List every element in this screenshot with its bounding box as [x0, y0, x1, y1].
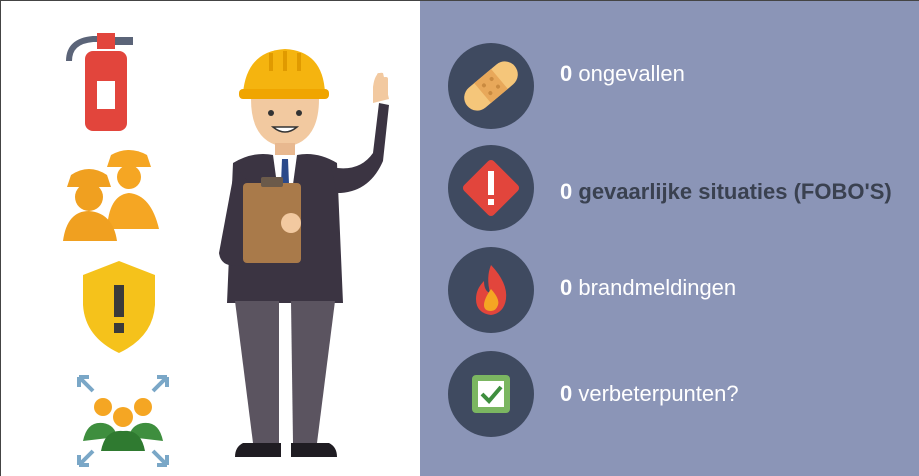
stat-label: brandmeldingen [578, 275, 737, 300]
stat-count: 0 [560, 61, 573, 86]
slide: 0 ongevallen 0 gevaarlijke situaties (FO… [0, 0, 919, 476]
stat-row-fire-reports: 0 brandmeldingen [560, 275, 736, 301]
warning-diamond-icon [462, 159, 520, 217]
bandage-icon [464, 61, 518, 111]
stat-label: ongevallen [578, 61, 685, 86]
stat-row-accidents: 0 ongevallen [560, 61, 685, 87]
workers-hardhat-icon [63, 150, 159, 241]
stat-circle-1 [448, 43, 534, 129]
safety-officer-illustration [219, 49, 389, 457]
stat-circle-3 [448, 247, 534, 333]
fire-icon [476, 265, 507, 315]
warning-shield-icon [83, 261, 155, 353]
team-focus-icon [77, 375, 169, 467]
stats-panel: 0 ongevallen 0 gevaarlijke situaties (FO… [420, 0, 919, 476]
checkbox-icon [472, 375, 510, 413]
stat-circle-2 [448, 145, 534, 231]
stat-count: 0 [560, 275, 573, 300]
illustration-panel [0, 0, 420, 476]
stat-label: verbeterpunten? [578, 381, 739, 406]
stat-label: gevaarlijke situaties (FOBO'S) [578, 179, 892, 204]
stat-count: 0 [560, 179, 573, 204]
stat-circle-4 [448, 351, 534, 437]
fire-extinguisher-icon [66, 33, 133, 131]
stat-row-dangerous-situations: 0 gevaarlijke situaties (FOBO'S) [560, 179, 892, 205]
stat-row-improvement-points: 0 verbeterpunten? [560, 381, 739, 407]
stat-count: 0 [560, 381, 573, 406]
